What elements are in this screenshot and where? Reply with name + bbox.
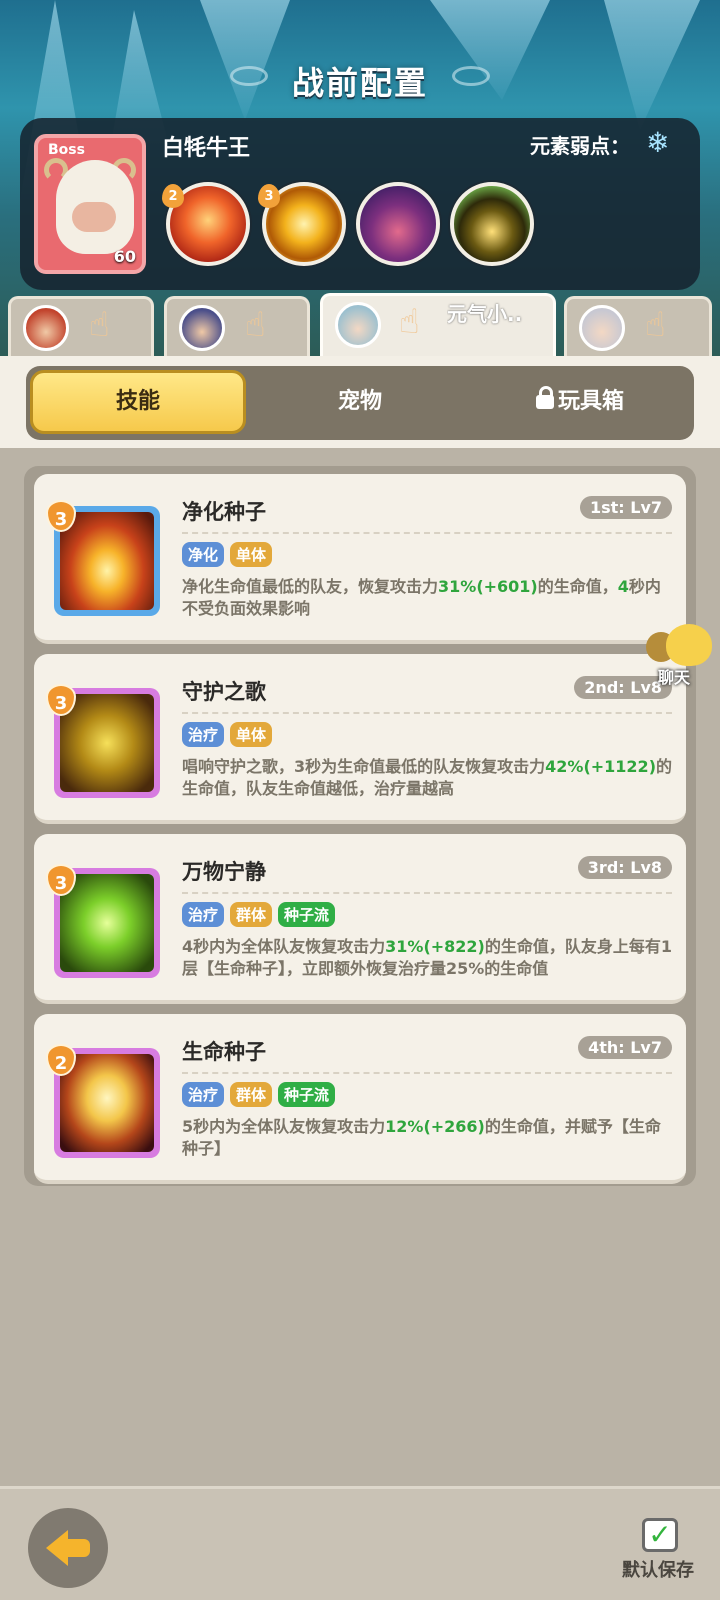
back-arrow-icon-tail [66,1539,90,1557]
boss-skill-level-badge: 3 [258,184,280,208]
page-title: 战前配置 [291,64,428,102]
skill-name: 生命种子 [182,1040,266,1064]
tap-hand-icon: ☝ [245,305,266,345]
shield-heal-icon [60,694,154,792]
skill-name: 守护之歌 [182,680,266,704]
tab-toybox-label: 玩具箱 [557,389,624,414]
tab-skill[interactable]: 技能 [30,370,246,434]
skill-name: 万物宁静 [182,860,266,884]
skill-tag: 群体 [230,902,273,927]
party-tab-4[interactable]: ☝ [564,296,712,360]
back-button[interactable] [28,1508,108,1588]
boss-level: 60 [113,247,136,266]
tap-hand-icon: ☝ [89,305,110,345]
boss-name: 白牦牛王 [162,136,251,161]
boss-portrait[interactable]: Boss 60 [34,134,146,274]
skill-description: 4秒内为全体队友恢复攻击力31%(+822)的生命值，队友身上每有1层【生命种子… [182,937,673,978]
active-hero-name: 元气小.. [447,302,523,326]
hero-portrait [579,305,625,351]
skill-name: 净化种子 [182,500,266,524]
element-weakness-label: 元素弱点： [530,134,630,158]
hero-portrait [179,305,225,351]
smiley-icon [666,624,712,666]
skill-tag: 单体 [230,722,273,747]
skill-card[interactable]: 3 净化种子 1st: Lv7 净化 单体 净化生命值最低的队友，恢复攻击力31… [34,474,686,644]
party-tab-3-active[interactable]: ☝ 元气小.. [320,293,556,357]
life-seed-icon [60,1054,154,1152]
checkbox-checked-icon[interactable]: ✓ [642,1518,678,1552]
snowflake-icon[interactable]: ❄ [646,126,669,159]
skill-tag: 净化 [182,542,225,567]
tap-hand-icon: ☝ [645,305,666,345]
skill-description: 唱响守护之歌，3秒为生命值最低的队友恢复攻击力42%(+1122)的生命值，队友… [182,757,673,798]
back-arrow-icon [46,1530,68,1566]
skill-tag: 种子流 [278,902,336,927]
skill-tag: 治疗 [182,902,225,927]
divider [182,712,672,714]
skill-tag: 单体 [230,542,273,567]
party-tab-2[interactable]: ☝ [164,296,310,360]
tab-pet[interactable]: 宠物 [260,370,460,434]
skill-tag: 种子流 [278,1082,336,1107]
skill-tag: 群体 [230,1082,273,1107]
skill-card[interactable]: 3 守护之歌 2nd: Lv8 治疗 单体 唱响守护之歌，3秒为生命值最低的队友… [34,654,686,824]
hero-portrait [23,305,69,351]
boss-tag: Boss [48,142,85,158]
skill-card[interactable]: 3 万物宁静 3rd: Lv8 治疗 群体 种子流 4秒内为全体队友恢复攻击力3… [34,834,686,1004]
skill-description: 净化生命值最低的队友，恢复攻击力31%(+601)的生命值，4秒内不受负面效果影… [182,577,661,618]
bottom-bar [0,1486,720,1600]
skill-card[interactable]: 2 生命种子 4th: Lv7 治疗 群体 种子流 5秒内为全体队友恢复攻击力1… [34,1014,686,1184]
default-save-label: 默认保存 [622,1560,694,1581]
hero-portrait [335,302,381,348]
skill-slot-level: 3rd: Lv8 [577,856,672,879]
yak-face [72,202,116,232]
chat-button[interactable]: 聊天 [646,620,716,687]
green-sprout-icon [60,874,154,972]
skill-tag: 治疗 [182,1082,225,1107]
boss-skill-green-ogre-icon[interactable] [450,182,534,266]
tap-hand-icon: ☝ [399,302,420,342]
divider [182,1072,672,1074]
party-tab-1[interactable]: ☝ [8,296,154,360]
skill-slot-level: 4th: Lv7 [578,1036,672,1059]
boss-skill-purple-beast-icon[interactable] [356,182,440,266]
boss-skill-level-badge: 2 [162,184,184,208]
skill-tag: 治疗 [182,722,225,747]
tab-toybox[interactable]: 玩具箱 [480,370,680,434]
lock-icon [535,386,554,409]
chat-label: 聊天 [658,668,691,687]
divider [182,532,672,534]
skill-description: 5秒内为全体队友恢复攻击力12%(+266)的生命值，并赋予【生命种子】 [182,1117,661,1158]
divider [182,892,672,894]
flame-seed-icon [60,512,154,610]
skill-slot-level: 1st: Lv7 [579,496,672,519]
